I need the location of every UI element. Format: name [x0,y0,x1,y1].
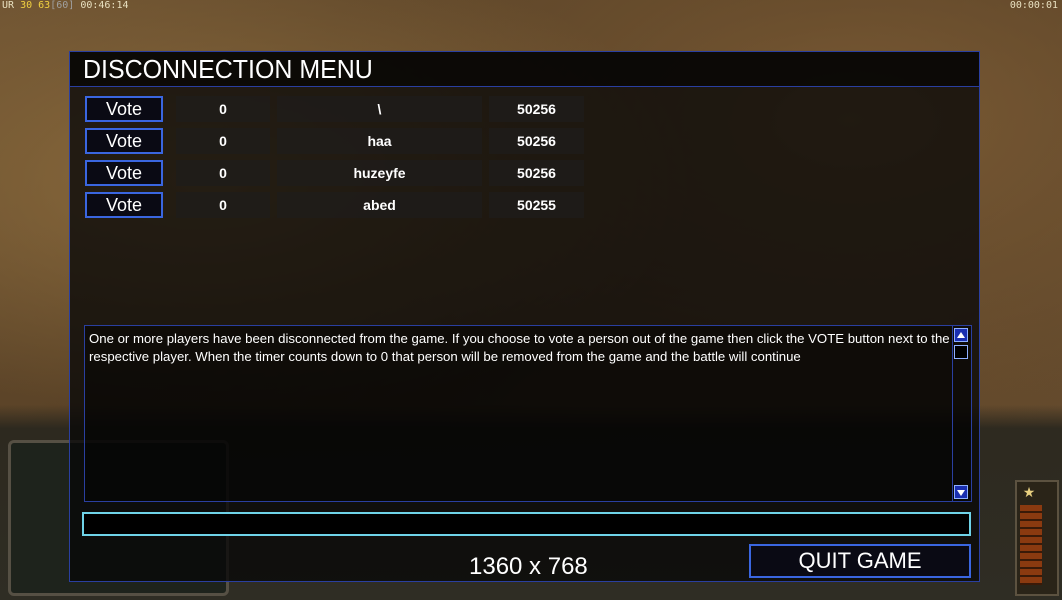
vote-count: 0 [176,160,270,186]
vote-count: 0 [176,128,270,154]
overlay-num1: 30 [20,0,33,11]
disconnection-dialog: DISCONNECTION MENU Vote 0 \ 50256 Vote 0… [69,51,980,582]
message-scrollbar[interactable] [952,326,971,501]
scroll-up-icon[interactable] [954,328,968,342]
player-ping: 50256 [489,128,584,154]
player-name: abed [277,192,482,218]
player-name: huzeyfe [277,160,482,186]
hud-power-bar [1020,505,1042,585]
chat-input[interactable] [82,512,971,536]
vote-count: 0 [176,96,270,122]
resolution-label: 1360 x 768 [469,553,588,580]
dialog-titlebar: DISCONNECTION MENU [70,52,979,87]
player-name: haa [277,128,482,154]
vote-count: 0 [176,192,270,218]
dialog-title: DISCONNECTION MENU [83,54,373,84]
vote-button[interactable]: Vote [85,160,163,186]
overlay-stats: UR 30 63[60] 00:46:14 [2,0,129,11]
player-ping: 50256 [489,96,584,122]
vote-button[interactable]: Vote [85,128,163,154]
scroll-down-icon[interactable] [954,485,968,499]
vote-button[interactable]: Vote [85,192,163,218]
overlay-num2: 63 [38,0,51,11]
player-ping: 50256 [489,160,584,186]
overlay-prefix: UR [2,0,15,11]
disconnect-message: One or more players have been disconnect… [89,331,950,364]
vote-button[interactable]: Vote [85,96,163,122]
overlay-bracket: [60] [50,0,75,11]
scroll-thumb[interactable] [954,345,968,359]
player-name: \ [277,96,482,122]
overlay-elapsed-time: 00:46:14 [80,0,129,11]
overlay-timer: 00:00:01 [1009,0,1058,11]
star-icon: ★ [1022,484,1036,500]
message-box[interactable]: One or more players have been disconnect… [84,325,972,502]
quit-game-button[interactable]: QUIT GAME [749,544,971,578]
player-ping: 50255 [489,192,584,218]
